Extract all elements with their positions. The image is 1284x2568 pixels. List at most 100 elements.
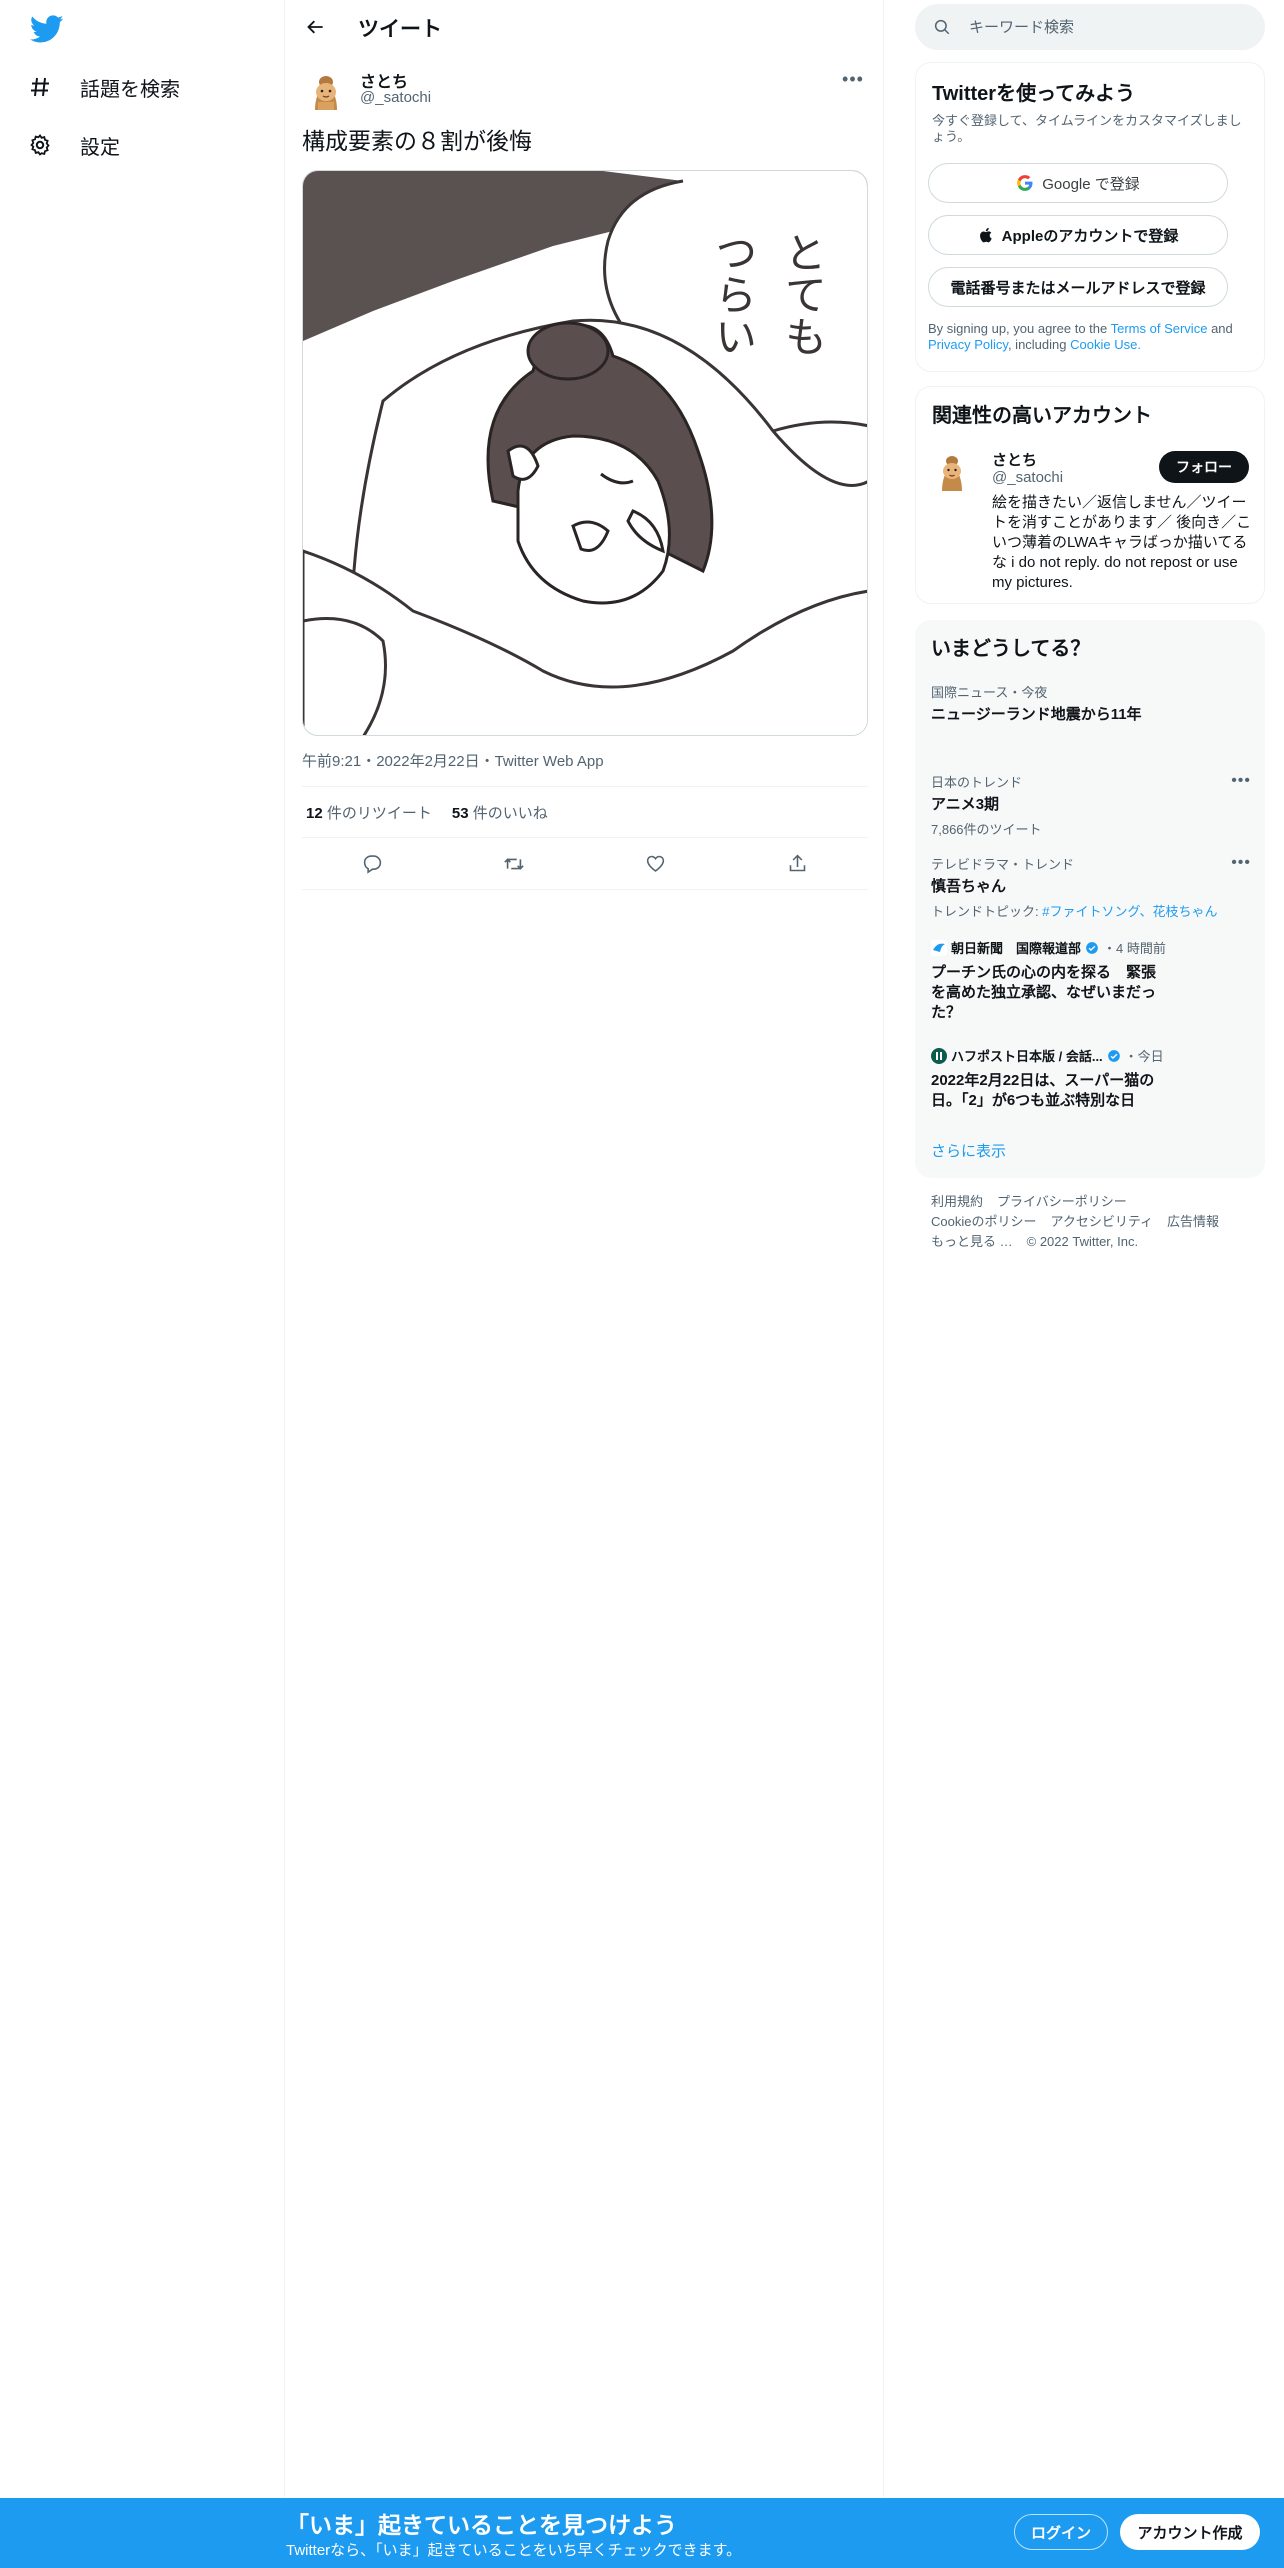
retweet-stat[interactable]: 12 件のリツイート (306, 802, 432, 823)
twitter-bird-icon[interactable] (29, 12, 66, 48)
google-signup-button[interactable]: Google で登録 (928, 163, 1228, 203)
google-icon (1017, 175, 1033, 191)
tweet-stats: 12 件のリツイート 53 件のいいね (302, 786, 868, 838)
signup-legal: By signing up, you agree to the Terms of… (928, 321, 1248, 353)
login-button[interactable]: ログイン (1014, 2514, 1108, 2550)
follow-button[interactable]: フォロー (1159, 451, 1249, 483)
retweet-icon[interactable] (495, 845, 533, 883)
trend-related-link[interactable]: #ファイトソング、花枝ちゃん (1042, 904, 1217, 919)
back-button[interactable] (298, 9, 334, 45)
terms-link[interactable]: Terms of Service (1111, 321, 1208, 336)
nav-item-label: 話題を検索 (80, 78, 180, 101)
trend-related: トレンドトピック: #ファイトソング、花枝ちゃん (931, 901, 1251, 920)
related-accounts-card: 関連性の高いアカウント さとち @_satochi フォロー 絵を描きたい／返信… (915, 386, 1265, 604)
avatar[interactable] (928, 447, 976, 495)
trend-count: 7,866件のツイート (931, 822, 1042, 837)
footer-link[interactable]: プライバシーポリシー (997, 1194, 1127, 1209)
trend-context: 国際ニュース・今夜 (931, 685, 1048, 700)
share-icon[interactable] (778, 845, 816, 883)
phone-email-signup-label: 電話番号またはメールアドレスで登録 (950, 279, 1206, 297)
like-icon[interactable] (637, 845, 675, 883)
legal-text: By signing up, you agree to the (928, 321, 1108, 336)
trends-title: いまどうしてる？ (931, 638, 1091, 660)
tweet-actions (302, 838, 868, 890)
nav-item-explore[interactable]: 話題を検索 (26, 62, 180, 112)
signup-description: 今すぐ登録して、タイムラインをカスタマイズしましょう。 (932, 113, 1242, 144)
trend-context: 日本のトレンド (931, 775, 1023, 790)
footer-link[interactable]: もっと見る … (931, 1234, 1013, 1249)
more-options-icon[interactable]: ••• (1231, 772, 1251, 790)
nav-item-label: 設定 (80, 136, 120, 159)
footer-link[interactable]: アクセシビリティ (1050, 1214, 1153, 1229)
signup-title: Twitterを使ってみよう (932, 83, 1136, 105)
trends-card: いまどうしてる？ 国際ニュース・今夜 ニュージーランド地震から11年 日本のトレ… (915, 620, 1265, 1178)
author-handle[interactable]: @_satochi (360, 89, 431, 106)
news-time: ・4 時間前 (1103, 941, 1166, 956)
trend-topic: アニメ3期 (931, 796, 1000, 813)
tweet-text: 構成要素の８割が後悔 (302, 128, 532, 154)
verified-badge-icon (1107, 1049, 1120, 1062)
trend-topic: ニュージーランド地震から11年 (931, 706, 1142, 723)
svg-text:つらい: つらい (709, 231, 758, 357)
footer-link[interactable]: 利用規約 (931, 1194, 983, 1209)
main-header: ツイート (286, 0, 884, 54)
gear-icon (26, 131, 54, 159)
footer-links: 利用規約 プライバシーポリシー Cookieのポリシー アクセシビリティ 広告情報 も… (931, 1192, 1251, 1252)
news-headline: プーチン氏の心の内を探る 緊張を高めた独立承認、なぜいまだった？ (931, 964, 1157, 1021)
more-options-icon[interactable]: ••• (838, 64, 868, 94)
tweet-image[interactable]: とても つらい (302, 170, 868, 736)
news-source-name: ハフポスト日本版 / 会話... (951, 1049, 1103, 1064)
main-column: ツイート さとち @_satochi ••• 構成要素の８割が後悔 とても つら… (286, 0, 884, 2498)
arrow-left-icon (307, 20, 323, 34)
trend-item[interactable]: テレビドラマ・トレンド 慎吾ちゃん トレンドトピック: #ファイトソング、花枝ち… (931, 854, 1251, 920)
signup-card: Twitterを使ってみよう 今すぐ登録して、タイムラインをカスタマイズしましょ… (915, 62, 1265, 372)
search-icon (933, 18, 951, 41)
related-account-bio: 絵を描きたい／返信しません／ツイートを消すことがあります／ 後向き／こいつ薄着の… (992, 494, 1252, 591)
legal-text: , including (1007, 337, 1067, 352)
news-time: ・今日 (1124, 1049, 1164, 1064)
apple-signup-button[interactable]: Appleのアカウントで登録 (928, 215, 1228, 255)
tweet-timestamp[interactable]: 午前9:21・2022年2月22日・Twitter Web App (302, 750, 604, 771)
search-bar[interactable] (915, 4, 1265, 50)
avatar[interactable] (302, 66, 350, 114)
reply-icon[interactable] (354, 845, 392, 883)
related-account-name[interactable]: さとち (992, 449, 1037, 470)
news-headline: 2022年2月22日は、スーパー猫の日。「2」が6つも並ぶ特別な日 (931, 1072, 1155, 1109)
svg-text:とても: とても (779, 231, 828, 357)
footer-link[interactable]: Cookieのポリシー (931, 1214, 1036, 1229)
footer-link[interactable]: 広告情報 (1167, 1214, 1219, 1229)
hashtag-icon (26, 73, 54, 101)
apple-icon (979, 227, 992, 243)
show-more-link[interactable]: さらに表示 (931, 1140, 1006, 1161)
search-input[interactable] (969, 4, 1249, 50)
like-stat[interactable]: 53 件のいいね (452, 802, 548, 823)
copyright: © 2022 Twitter, Inc. (1026, 1234, 1139, 1249)
trend-context: テレビドラマ・トレンド (931, 857, 1075, 872)
news-source: ハフポスト日本版 / 会話... ・今日 (931, 1046, 1251, 1065)
trend-item[interactable]: 日本のトレンド アニメ3期 7,866件のツイート ••• (931, 772, 1251, 838)
verified-badge-icon (1086, 941, 1098, 954)
more-options-icon[interactable]: ••• (1231, 854, 1251, 872)
left-nav: 話題を検索 設定 (0, 0, 285, 2498)
news-source-name: 朝日新聞 国際報道部 (951, 941, 1082, 956)
phone-email-signup-button[interactable]: 電話番号またはメールアドレスで登録 (928, 267, 1228, 307)
trend-topic: 慎吾ちゃん (931, 878, 1007, 895)
cookie-link[interactable]: Cookie Use. (1070, 337, 1141, 352)
apple-signup-label: Appleのアカウントで登録 (1001, 227, 1179, 245)
create-account-button[interactable]: アカウント作成 (1120, 2514, 1260, 2550)
source-logo-icon (931, 1047, 947, 1064)
nav-item-settings[interactable]: 設定 (26, 120, 120, 170)
page-title: ツイート (358, 18, 442, 41)
google-signup-label: Google で登録 (1042, 175, 1140, 193)
news-item[interactable]: ハフポスト日本版 / 会話... ・今日 2022年2月22日は、スーパー猫の日… (931, 1046, 1251, 1111)
related-account-handle[interactable]: @_satochi (992, 469, 1063, 486)
bottom-bar-title: 「いま」起きていることを見つけよう (286, 2512, 677, 2538)
bottom-bar-subtitle: Twitterなら、「いま」起きていることをいち早くチェックできます。 (286, 2542, 742, 2559)
news-item[interactable]: 朝日新聞 国際報道部 ・4 時間前 プーチン氏の心の内を探る 緊張を高めた独立承… (931, 938, 1251, 1023)
bottom-signup-bar: 「いま」起きていることを見つけよう Twitterなら、「いま」起きていることを… (0, 2498, 1284, 2568)
trend-item[interactable]: 国際ニュース・今夜 ニュージーランド地震から11年 (931, 682, 1251, 725)
legal-text: and (1211, 321, 1233, 336)
source-logo-icon (931, 939, 947, 956)
related-title: 関連性の高いアカウント (932, 405, 1152, 427)
privacy-link[interactable]: Privacy Policy (928, 337, 1008, 352)
